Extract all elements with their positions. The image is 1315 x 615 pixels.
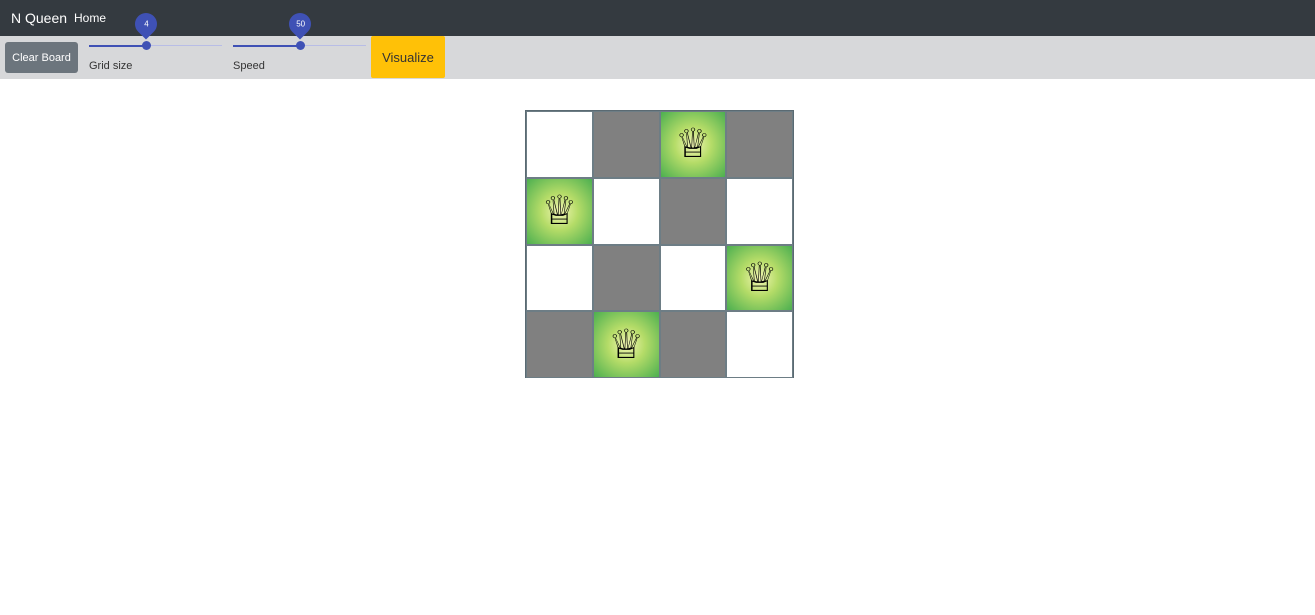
chess-board: ♕ ♕ ♕ ♕ (525, 110, 794, 378)
grid-size-value: 4 (143, 19, 149, 29)
queen-icon: ♕ (674, 121, 711, 168)
clear-board-button[interactable]: Clear Board (5, 42, 78, 73)
board-cell[interactable] (592, 111, 660, 178)
grid-size-track (89, 45, 146, 47)
board-cell[interactable] (726, 177, 793, 245)
queen-icon: ♕ (741, 254, 778, 301)
board-cell[interactable]: ♕ (526, 177, 593, 245)
board-cell[interactable] (526, 244, 593, 312)
board-cell[interactable] (526, 111, 593, 178)
speed-slider[interactable]: 50 Speed (233, 8, 366, 79)
brand-title[interactable]: N Queen (11, 10, 67, 26)
board-cell[interactable]: ♕ (592, 311, 660, 378)
board-cell[interactable] (592, 244, 660, 312)
navbar: N Queen Home (0, 0, 1315, 36)
speed-thumb[interactable] (295, 41, 305, 50)
board-cell[interactable] (726, 311, 793, 378)
toolbar: Clear Board 4 Grid size 50 Speed Visuali… (0, 8, 1315, 79)
board-cell[interactable]: ♕ (726, 244, 793, 312)
visualize-button[interactable]: Visualize (371, 36, 445, 78)
board-cell[interactable]: ♕ (659, 111, 727, 178)
board-cell[interactable] (592, 177, 660, 245)
nav-home-link[interactable]: Home (74, 11, 106, 25)
queen-icon: ♕ (541, 188, 578, 235)
grid-size-label: Grid size (89, 60, 133, 72)
board-cell[interactable] (526, 311, 593, 378)
board-cell[interactable] (659, 311, 727, 378)
speed-value: 50 (295, 19, 305, 29)
speed-track (233, 45, 300, 47)
speed-label: Speed (233, 60, 265, 72)
board-cell[interactable] (726, 111, 793, 178)
grid-size-thumb[interactable] (141, 41, 151, 50)
queen-icon: ♕ (608, 321, 645, 368)
board-cell[interactable] (659, 244, 727, 312)
grid-size-slider[interactable]: 4 Grid size (89, 8, 222, 79)
board-cell[interactable] (659, 177, 727, 245)
